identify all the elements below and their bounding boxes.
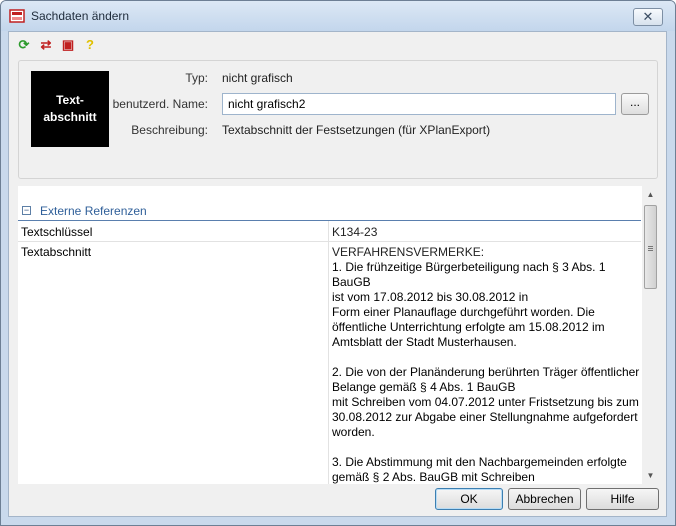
window-title: Sachdaten ändern bbox=[31, 9, 130, 23]
refresh-icon[interactable]: ⟳ bbox=[14, 35, 34, 55]
collapse-icon[interactable]: − bbox=[22, 206, 31, 215]
cancel-button[interactable]: Abbrechen bbox=[508, 488, 581, 510]
section-header[interactable]: − Externe Referenzen bbox=[18, 201, 641, 221]
grip-icon bbox=[648, 246, 653, 247]
row-key-textabschnitt: Textabschnitt bbox=[21, 245, 92, 259]
row-value-textschluessel[interactable]: K134-23 bbox=[332, 225, 377, 239]
vertical-scrollbar[interactable]: ▲ ▼ bbox=[642, 186, 659, 484]
browse-button[interactable]: ... bbox=[621, 93, 649, 115]
object-type-text: Text- abschnitt bbox=[43, 93, 97, 124]
description-value: Textabschnitt der Festsetzungen (für XPl… bbox=[222, 123, 491, 137]
scroll-up-icon[interactable]: ▲ bbox=[642, 186, 659, 203]
name-input[interactable] bbox=[222, 93, 616, 115]
dialog-body: ⟳ ⇄ ▣ ? Text- abschnitt Typ: nicht grafi… bbox=[8, 31, 667, 517]
dialog-window: Sachdaten ändern ✕ ⟳ ⇄ ▣ ? Text- abschni… bbox=[0, 0, 676, 526]
description-label: Beschreibung: bbox=[131, 123, 208, 137]
name-label: benutzerd. Name: bbox=[112, 97, 208, 111]
properties-table[interactable]: − Externe Referenzen Textschlüssel K134-… bbox=[18, 186, 659, 484]
help-button[interactable]: Hilfe bbox=[586, 488, 659, 510]
row-divider bbox=[18, 241, 641, 242]
scroll-thumb[interactable] bbox=[644, 205, 657, 289]
text-block[interactable]: 1. Die frühzeitige Bürgerbeteiligung nac… bbox=[332, 245, 642, 484]
scroll-down-icon[interactable]: ▼ bbox=[642, 467, 659, 484]
app-icon bbox=[9, 9, 25, 23]
section-title: Externe Referenzen bbox=[40, 204, 147, 218]
title-bar[interactable]: Sachdaten ändern ✕ bbox=[1, 1, 675, 31]
swap-icon[interactable]: ⇄ bbox=[36, 35, 56, 55]
column-divider bbox=[328, 221, 329, 484]
row-key-textschluessel: Textschlüssel bbox=[21, 225, 93, 239]
help-icon[interactable]: ? bbox=[80, 35, 100, 55]
close-button[interactable]: ✕ bbox=[633, 8, 663, 26]
typ-label: Typ: bbox=[185, 71, 208, 85]
data-icon[interactable]: ▣ bbox=[58, 35, 78, 55]
header-panel: Text- abschnitt Typ: nicht grafisch benu… bbox=[18, 60, 658, 179]
typ-value: nicht grafisch bbox=[222, 71, 293, 85]
ok-button[interactable]: OK bbox=[435, 488, 503, 510]
object-type-image: Text- abschnitt bbox=[31, 71, 109, 147]
